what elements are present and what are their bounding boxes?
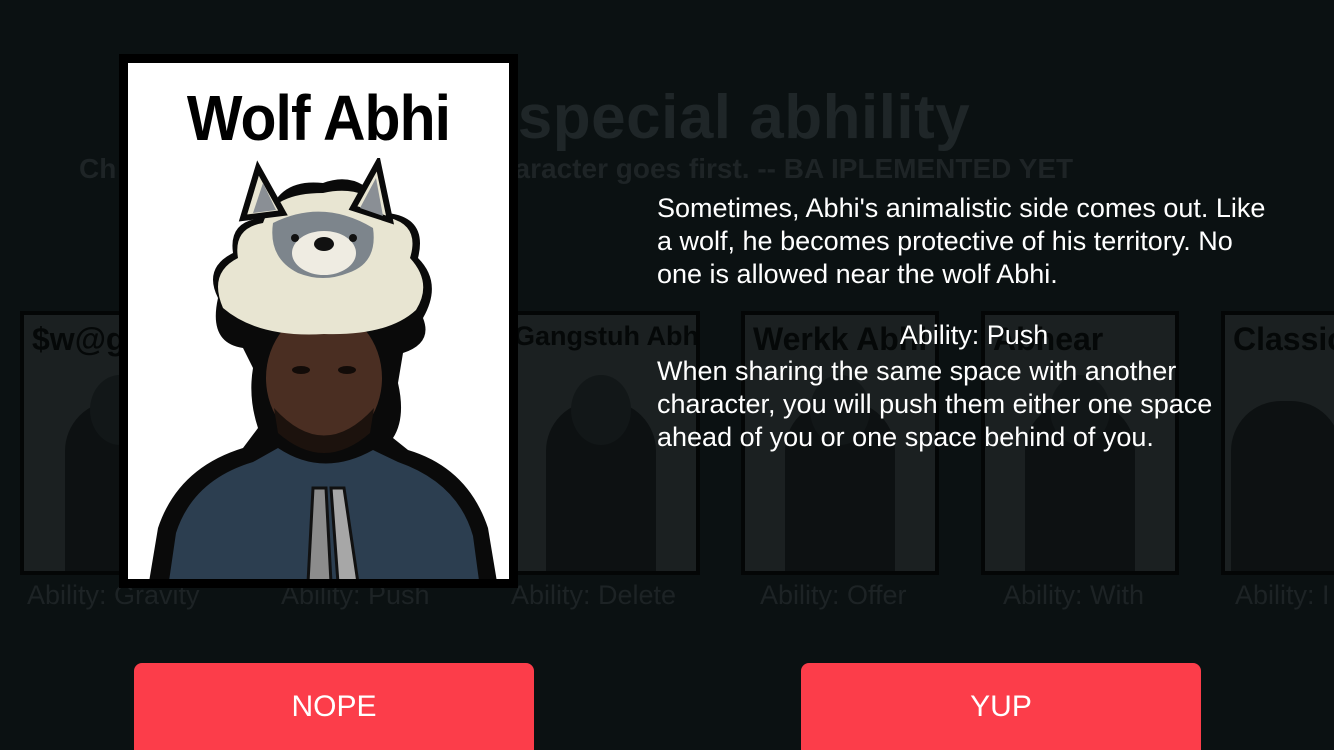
character-head [571, 375, 631, 445]
bg-card-ability: Ability: Offer [760, 580, 907, 610]
bg-card-ability: Ability: Delete [511, 580, 677, 610]
character-portrait [149, 158, 497, 579]
ability-description: When sharing the same space with another… [657, 356, 1213, 452]
card-face: Wolf Abhi [128, 63, 509, 579]
bg-card-ability: Ability: With [1003, 580, 1145, 610]
bg-card-ability: Ability: I [1235, 580, 1330, 610]
yup-button[interactable]: YUP [801, 663, 1201, 750]
character-name: Wolf Abhi [186, 82, 451, 154]
selected-character-card: Wolf Abhi [119, 54, 518, 588]
nope-button[interactable]: NOPE [134, 663, 534, 750]
character-description: Sometimes, Abhi's animalistic side comes… [657, 193, 1266, 289]
ability-title: Ability: Push [899, 320, 1049, 350]
bg-card-name: $w@g [32, 321, 126, 357]
